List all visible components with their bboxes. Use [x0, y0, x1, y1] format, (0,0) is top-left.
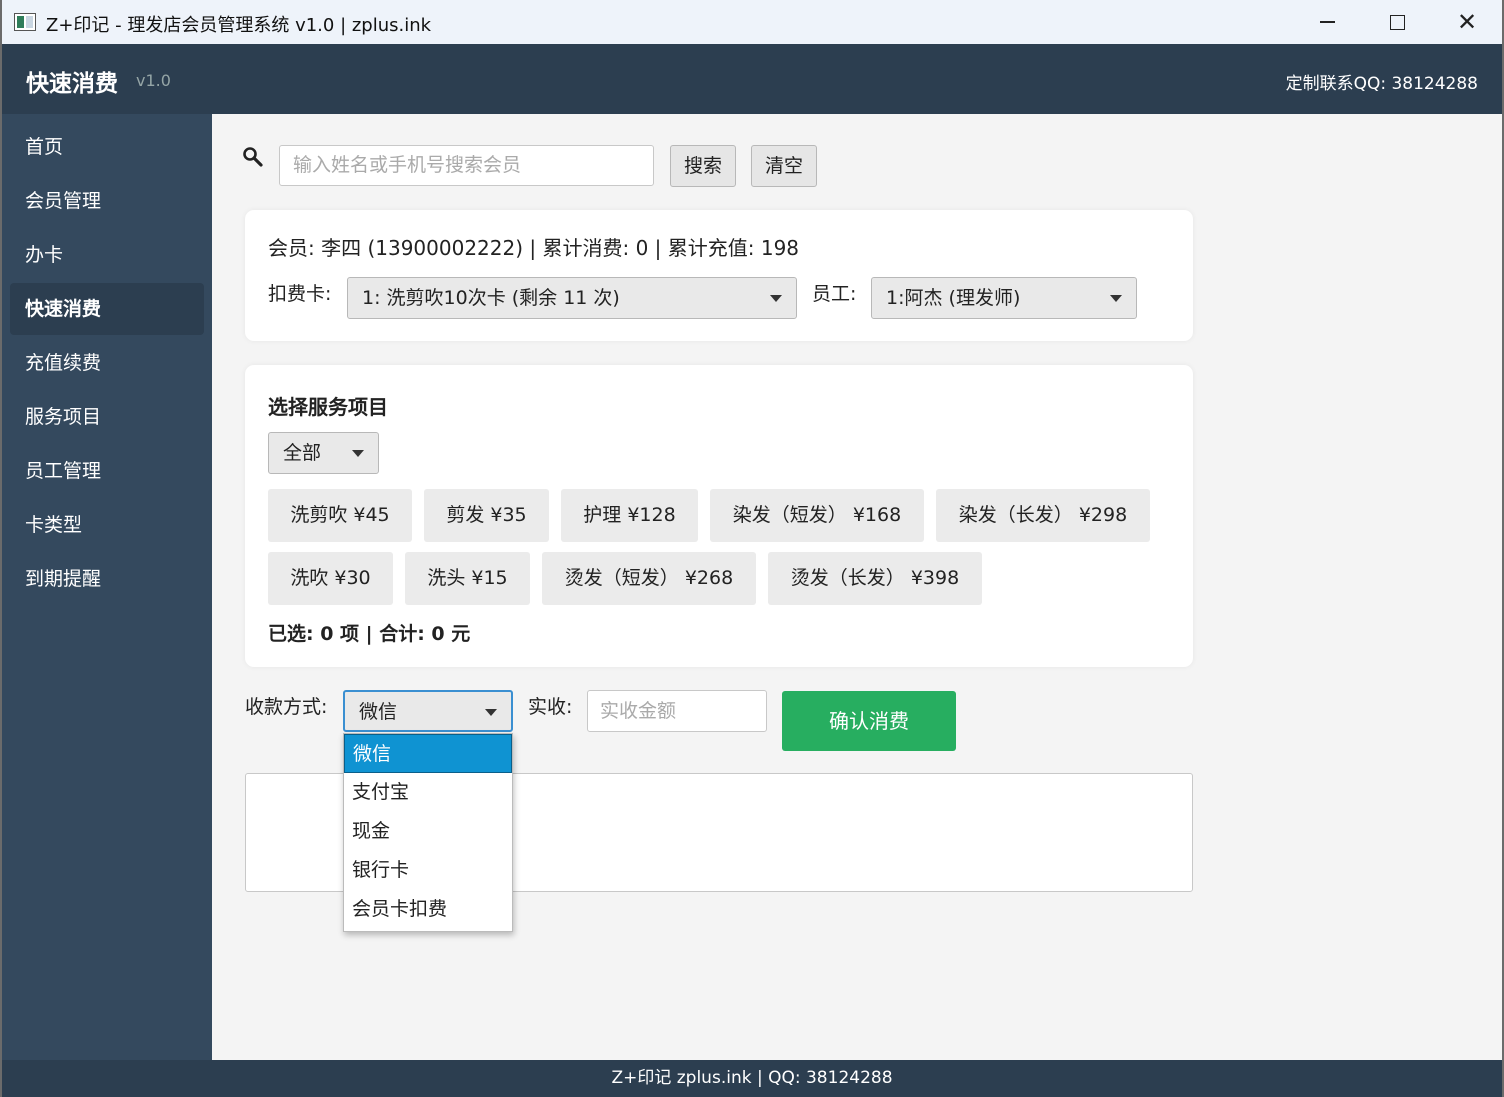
- payment-method-value: 微信: [359, 701, 398, 723]
- services-title: 选择服务项目: [268, 395, 388, 419]
- chevron-down-icon: [1110, 295, 1122, 302]
- service-button[interactable]: 烫发（长发） ¥398: [768, 552, 982, 605]
- member-info: 会员: 李四 (13900002222) | 累计消费: 0 | 累计充值: 1…: [268, 236, 800, 260]
- services-card: 选择服务项目 全部 洗剪吹 ¥45 剪发 ¥35 护理 ¥128 染发（短发） …: [245, 365, 1193, 667]
- amount-input[interactable]: 实收金额: [587, 690, 767, 732]
- deduct-card-value: 1: 洗剪吹10次卡 (剩余 11 次): [362, 287, 620, 309]
- window-title: Z+印记 - 理发店会员管理系统 v1.0 | zplus.ink: [46, 15, 432, 36]
- service-button[interactable]: 护理 ¥128: [561, 489, 698, 542]
- member-card: 会员: 李四 (13900002222) | 累计消费: 0 | 累计充值: 1…: [245, 210, 1193, 341]
- app-header: 快速消费 v1.0 定制联系QQ: 38124288: [2, 44, 1502, 114]
- app-window: Z+印记 - 理发店会员管理系统 v1.0 | zplus.ink ✕ 快速消费…: [2, 0, 1502, 1097]
- staff-label: 员工:: [812, 283, 857, 305]
- amount-label: 实收:: [528, 696, 573, 718]
- close-button[interactable]: ✕: [1432, 0, 1502, 44]
- selection-summary: 已选: 0 项 | 合计: 0 元: [268, 623, 471, 645]
- deduct-card-label: 扣费卡:: [268, 283, 332, 305]
- sidebar-item-home[interactable]: 首页: [10, 121, 204, 173]
- sidebar-item-quick-consume[interactable]: 快速消费: [10, 283, 204, 335]
- service-button[interactable]: 剪发 ¥35: [424, 489, 549, 542]
- app-icon: [14, 13, 36, 31]
- sidebar-item-card-types[interactable]: 卡类型: [10, 499, 204, 551]
- service-button[interactable]: 洗剪吹 ¥45: [268, 489, 412, 542]
- chevron-down-icon: [352, 450, 364, 457]
- sidebar-item-services[interactable]: 服务项目: [10, 391, 204, 443]
- search-input[interactable]: 输入姓名或手机号搜索会员: [279, 145, 654, 186]
- deduct-card-select[interactable]: 1: 洗剪吹10次卡 (剩余 11 次): [347, 277, 797, 319]
- title-bar: Z+印记 - 理发店会员管理系统 v1.0 | zplus.ink ✕: [2, 0, 1502, 44]
- confirm-consume-button[interactable]: 确认消费: [782, 691, 956, 751]
- sidebar-item-staff[interactable]: 员工管理: [10, 445, 204, 497]
- dropdown-option[interactable]: 微信: [344, 734, 512, 773]
- page-title: 快速消费: [26, 71, 118, 97]
- chevron-down-icon: [770, 295, 782, 302]
- service-button[interactable]: 烫发（短发） ¥268: [542, 552, 756, 605]
- staff-select[interactable]: 1:阿杰 (理发师): [871, 277, 1137, 319]
- clear-button[interactable]: 清空: [751, 145, 817, 187]
- chevron-down-icon: [485, 709, 497, 716]
- category-value: 全部: [283, 442, 322, 464]
- contact-info: 定制联系QQ: 38124288: [1285, 74, 1478, 94]
- staff-value: 1:阿杰 (理发师): [886, 287, 1021, 309]
- payment-method-dropdown: 微信 支付宝 现金 银行卡 会员卡扣费: [343, 733, 513, 932]
- dropdown-option[interactable]: 现金: [344, 812, 512, 851]
- service-button[interactable]: 洗头 ¥15: [405, 552, 530, 605]
- dropdown-option[interactable]: 支付宝: [344, 773, 512, 812]
- dropdown-option[interactable]: 银行卡: [344, 851, 512, 890]
- payment-method-label: 收款方式:: [245, 696, 328, 718]
- search-button[interactable]: 搜索: [670, 145, 736, 187]
- category-select[interactable]: 全部: [268, 432, 379, 474]
- maximize-button[interactable]: [1362, 0, 1432, 44]
- payment-method-select[interactable]: 微信: [343, 690, 513, 732]
- close-icon: ✕: [1456, 8, 1478, 36]
- dropdown-option[interactable]: 会员卡扣费: [344, 890, 512, 929]
- version-label: v1.0: [136, 71, 171, 90]
- sidebar-item-expiry[interactable]: 到期提醒: [10, 553, 204, 605]
- sidebar: 首页 会员管理 办卡 快速消费 充值续费 服务项目 员工管理 卡类型 到期提醒: [2, 114, 212, 1060]
- sidebar-item-recharge[interactable]: 充值续费: [10, 337, 204, 389]
- footer: Z+印记 zplus.ink | QQ: 38124288: [2, 1060, 1502, 1097]
- sidebar-item-members[interactable]: 会员管理: [10, 175, 204, 227]
- search-icon: [243, 147, 263, 167]
- minimize-icon: [1319, 21, 1335, 23]
- service-button[interactable]: 染发（短发） ¥168: [710, 489, 924, 542]
- minimize-button[interactable]: [1292, 0, 1362, 44]
- service-button[interactable]: 染发（长发） ¥298: [936, 489, 1150, 542]
- maximize-icon: [1389, 14, 1405, 30]
- sidebar-item-new-card[interactable]: 办卡: [10, 229, 204, 281]
- service-button[interactable]: 洗吹 ¥30: [268, 552, 393, 605]
